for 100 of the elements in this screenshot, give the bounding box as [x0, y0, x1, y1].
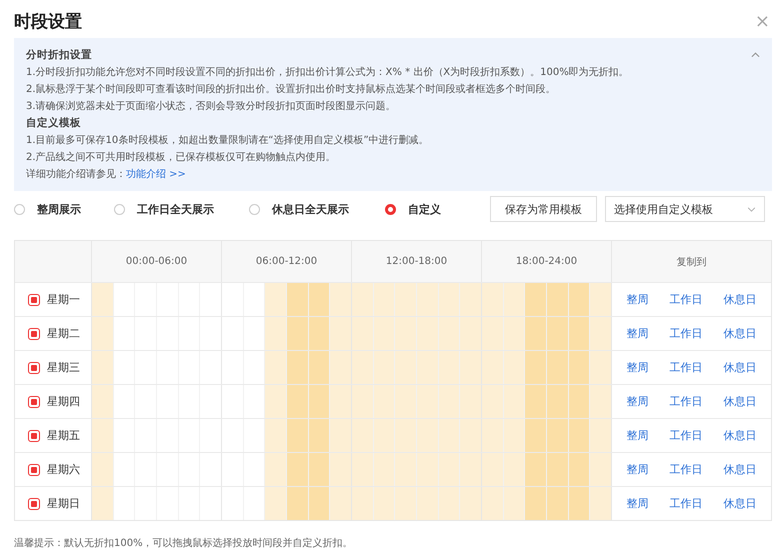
- time-slot[interactable]: [438, 351, 460, 384]
- time-slot[interactable]: [352, 487, 374, 520]
- time-slot[interactable]: [568, 351, 590, 384]
- time-slot[interactable]: [114, 487, 136, 520]
- copy-link[interactable]: 休息日: [724, 428, 756, 443]
- copy-link[interactable]: 整周: [626, 394, 648, 409]
- time-slot[interactable]: [330, 283, 352, 316]
- time-slot[interactable]: [265, 487, 288, 520]
- time-slot[interactable]: [504, 385, 526, 418]
- copy-link[interactable]: 整周: [626, 462, 648, 477]
- time-slot[interactable]: [482, 317, 504, 350]
- time-slot[interactable]: [374, 385, 396, 418]
- time-slot[interactable]: [482, 385, 504, 418]
- time-slot[interactable]: [308, 453, 330, 486]
- time-slot[interactable]: [92, 453, 114, 486]
- time-slot[interactable]: [352, 385, 374, 418]
- time-slot[interactable]: [460, 453, 482, 486]
- time-slot[interactable]: [438, 419, 460, 452]
- time-slot[interactable]: [547, 487, 569, 520]
- time-slot[interactable]: [482, 419, 504, 452]
- time-slot[interactable]: [308, 351, 330, 384]
- time-slot[interactable]: [265, 317, 288, 350]
- time-slot[interactable]: [374, 317, 396, 350]
- time-slot[interactable]: [265, 351, 288, 384]
- time-slot[interactable]: [438, 453, 460, 486]
- time-slot[interactable]: [460, 419, 482, 452]
- time-slot[interactable]: [438, 487, 460, 520]
- time-slot[interactable]: [114, 453, 136, 486]
- time-slot[interactable]: [417, 487, 439, 520]
- time-slot[interactable]: [504, 351, 526, 384]
- template-select[interactable]: 选择使用自定义模板: [605, 196, 765, 222]
- time-slot[interactable]: [265, 385, 288, 418]
- time-slot[interactable]: [287, 283, 309, 316]
- time-slot[interactable]: [482, 283, 504, 316]
- time-slot[interactable]: [287, 351, 309, 384]
- copy-link[interactable]: 整周: [626, 292, 648, 307]
- time-slot[interactable]: [374, 419, 396, 452]
- time-slot[interactable]: [265, 283, 288, 316]
- copy-link[interactable]: 整周: [626, 326, 648, 341]
- time-slot[interactable]: [504, 453, 526, 486]
- time-slot[interactable]: [590, 487, 612, 520]
- day-checkbox[interactable]: [28, 498, 40, 510]
- copy-link[interactable]: 工作日: [670, 462, 702, 477]
- radio-option[interactable]: 整周展示: [14, 202, 114, 216]
- time-slot[interactable]: [417, 419, 439, 452]
- time-slot[interactable]: [308, 283, 330, 316]
- copy-link[interactable]: 工作日: [670, 496, 702, 511]
- copy-link[interactable]: 休息日: [724, 462, 756, 477]
- day-checkbox[interactable]: [28, 362, 40, 374]
- time-slot[interactable]: [525, 453, 548, 486]
- time-slot[interactable]: [244, 283, 266, 316]
- time-slot[interactable]: [438, 385, 460, 418]
- time-slot[interactable]: [438, 283, 460, 316]
- collapse-icon[interactable]: [751, 52, 760, 58]
- copy-link[interactable]: 休息日: [724, 360, 756, 375]
- time-slot[interactable]: [590, 385, 612, 418]
- copy-link[interactable]: 工作日: [670, 394, 702, 409]
- time-slot[interactable]: [525, 385, 548, 418]
- copy-link[interactable]: 整周: [626, 360, 648, 375]
- time-slot[interactable]: [395, 453, 418, 486]
- time-slot[interactable]: [92, 351, 114, 384]
- time-slot[interactable]: [417, 283, 439, 316]
- time-slot[interactable]: [330, 453, 352, 486]
- time-slot[interactable]: [308, 317, 330, 350]
- time-slot[interactable]: [308, 419, 330, 452]
- time-slot[interactable]: [504, 317, 526, 350]
- time-slot[interactable]: [330, 351, 352, 384]
- time-slot[interactable]: [287, 419, 309, 452]
- time-slot[interactable]: [438, 317, 460, 350]
- time-slot[interactable]: [244, 487, 266, 520]
- radio-option[interactable]: 休息日全天展示: [249, 202, 385, 216]
- time-slot[interactable]: [568, 487, 590, 520]
- time-slot[interactable]: [92, 419, 114, 452]
- time-slot[interactable]: [374, 351, 396, 384]
- time-slot[interactable]: [568, 317, 590, 350]
- time-slot[interactable]: [568, 453, 590, 486]
- time-slot[interactable]: [504, 283, 526, 316]
- time-slot[interactable]: [395, 283, 418, 316]
- time-slot[interactable]: [308, 487, 330, 520]
- time-slot[interactable]: [547, 385, 569, 418]
- time-slot[interactable]: [395, 419, 418, 452]
- day-checkbox[interactable]: [28, 464, 40, 476]
- time-slot[interactable]: [330, 419, 352, 452]
- time-slot[interactable]: [547, 283, 569, 316]
- time-slot[interactable]: [92, 385, 114, 418]
- copy-link[interactable]: 休息日: [724, 496, 756, 511]
- time-slot[interactable]: [308, 385, 330, 418]
- time-slot[interactable]: [92, 317, 114, 350]
- time-slot[interactable]: [287, 453, 309, 486]
- time-slot[interactable]: [417, 385, 439, 418]
- time-slot[interactable]: [504, 419, 526, 452]
- time-slot[interactable]: [568, 419, 590, 452]
- copy-link[interactable]: 工作日: [670, 360, 702, 375]
- time-slot[interactable]: [114, 351, 136, 384]
- time-slot[interactable]: [460, 317, 482, 350]
- time-slot[interactable]: [114, 385, 136, 418]
- time-slot[interactable]: [590, 419, 612, 452]
- time-slot[interactable]: [374, 487, 396, 520]
- time-slot[interactable]: [244, 317, 266, 350]
- time-slot[interactable]: [417, 453, 439, 486]
